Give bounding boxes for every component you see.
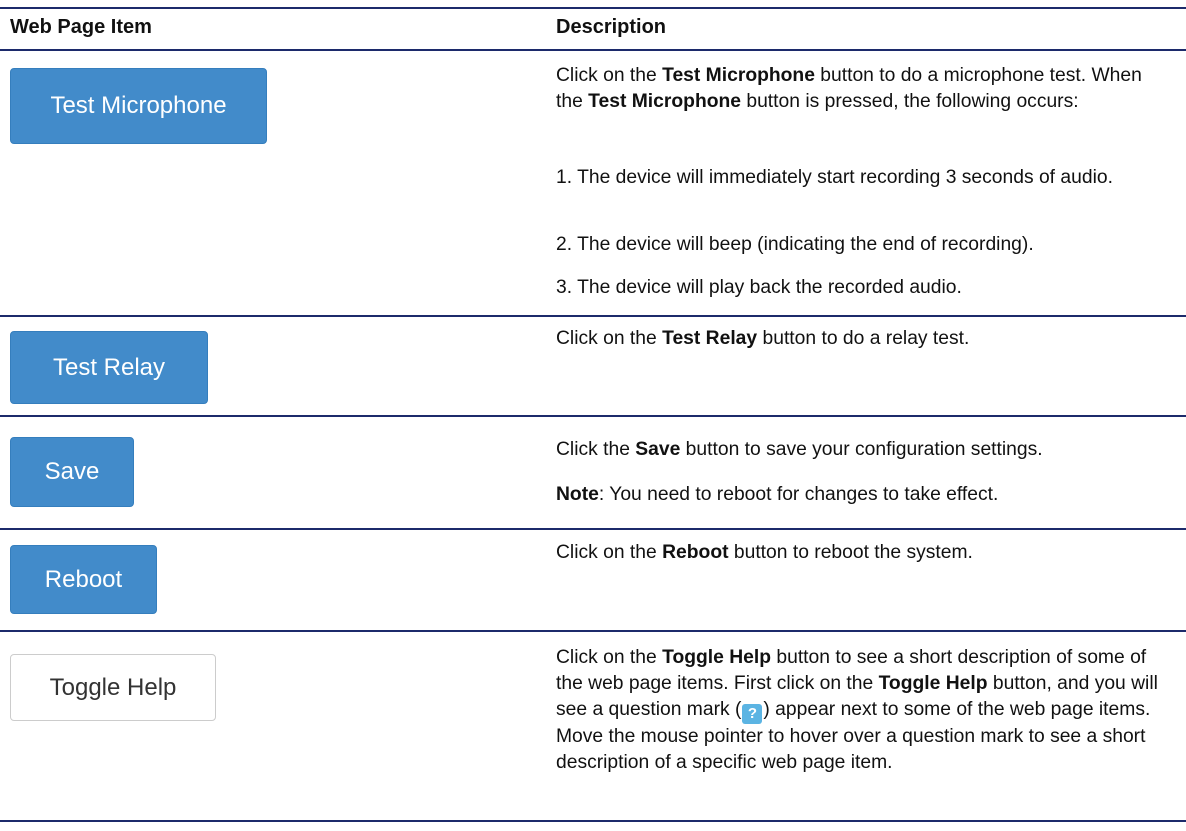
table-top-rule (0, 7, 1186, 9)
save-note: Note: You need to reboot for changes to … (556, 484, 999, 505)
row-rule-4 (0, 630, 1186, 632)
toggle-help-description: Click on the Toggle Help button to see a… (556, 647, 1158, 773)
row-rule-3 (0, 528, 1186, 530)
test-microphone-step-1: 1. The device will immediately start rec… (556, 167, 1113, 188)
column-header-item: Web Page Item (10, 16, 152, 38)
test-microphone-button[interactable]: Test Microphone (10, 68, 267, 144)
test-microphone-step-3: 3. The device will play back the recorde… (556, 277, 962, 298)
test-relay-description: Click on the Test Relay button to do a r… (556, 328, 970, 349)
row-rule-1 (0, 315, 1186, 317)
column-header-description: Description (556, 16, 667, 38)
reboot-button[interactable]: Reboot (10, 545, 157, 614)
test-microphone-description: Click on the Test Microphone button to d… (556, 65, 1142, 112)
row-rule-2 (0, 415, 1186, 417)
save-description: Click the Save button to save your confi… (556, 439, 1043, 460)
save-button[interactable]: Save (10, 437, 134, 507)
toggle-help-button[interactable]: Toggle Help (10, 654, 216, 721)
test-relay-button[interactable]: Test Relay (10, 331, 208, 404)
test-microphone-step-2: 2. The device will beep (indicating the … (556, 234, 1034, 255)
table-bottom-rule (0, 820, 1186, 822)
help-question-mark-icon: ? (742, 704, 763, 724)
reboot-description: Click on the Reboot button to reboot the… (556, 542, 973, 563)
header-rule (0, 49, 1186, 51)
